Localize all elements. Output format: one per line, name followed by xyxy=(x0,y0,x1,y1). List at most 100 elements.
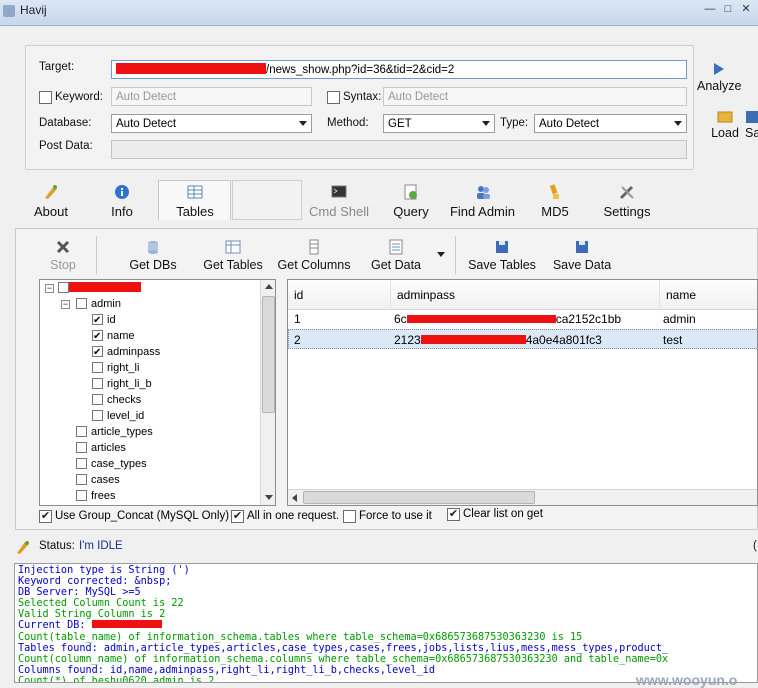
tree-scrollbar[interactable] xyxy=(260,280,275,505)
get-dbs-button[interactable]: Get DBs xyxy=(123,239,183,272)
all-in-one-label: All in one request. xyxy=(247,510,340,522)
tree-checkbox[interactable] xyxy=(76,474,87,485)
column-header-id[interactable]: id xyxy=(288,280,391,310)
scroll-up-icon[interactable] xyxy=(265,284,273,289)
tree-node-column[interactable]: right_li xyxy=(92,361,139,377)
method-label: Method: xyxy=(327,117,369,129)
tab-md5[interactable]: MD5 xyxy=(535,183,575,219)
query-icon xyxy=(402,183,420,201)
get-tables-button[interactable]: Get Tables xyxy=(199,239,267,272)
app-icon xyxy=(3,5,15,17)
status-value: I'm IDLE xyxy=(79,540,123,552)
redaction xyxy=(116,63,266,74)
stop-button[interactable]: Stop xyxy=(44,239,82,272)
group-concat-label: Use Group_Concat (MySQL Only) xyxy=(55,510,230,522)
tree-checkbox[interactable] xyxy=(76,458,87,469)
minimize-button[interactable]: — xyxy=(702,2,718,16)
tree-checkbox[interactable] xyxy=(76,426,87,437)
log-output[interactable]: Injection type is String (') Keyword corr… xyxy=(14,563,758,683)
cell-name: test xyxy=(663,333,683,347)
tree-node-table[interactable]: frees xyxy=(76,489,115,505)
find-admin-icon xyxy=(474,183,492,201)
tab-info[interactable]: Info xyxy=(102,183,142,219)
close-button[interactable]: ✕ xyxy=(738,2,754,16)
tab-find-admin[interactable]: Find Admin xyxy=(446,183,519,219)
scroll-left-icon[interactable] xyxy=(292,494,297,502)
save-button[interactable]: Sa xyxy=(745,110,758,140)
tree-node-table[interactable]: articles xyxy=(76,441,126,457)
redaction xyxy=(91,620,162,629)
tab-settings[interactable]: Settings xyxy=(598,183,656,219)
tree-node-column[interactable]: id xyxy=(92,313,116,329)
load-button[interactable]: Load xyxy=(708,110,742,140)
tree-checkbox[interactable] xyxy=(58,282,69,293)
status-label: Status: xyxy=(39,540,75,552)
floppy-icon xyxy=(746,111,758,123)
settings-icon xyxy=(618,183,636,201)
force-checkbox[interactable] xyxy=(343,510,356,523)
tree-node-column[interactable]: level_id xyxy=(92,409,144,425)
data-grid[interactable]: id adminpass name 1 6c ca2152c1bb admin 2… xyxy=(287,279,758,506)
analyze-button[interactable]: Analyze xyxy=(697,62,741,93)
status-icon xyxy=(15,539,31,555)
tree-checkbox[interactable] xyxy=(92,345,103,360)
column-header-adminpass[interactable]: adminpass xyxy=(391,280,660,310)
database-icon xyxy=(145,239,161,255)
collapse-icon[interactable]: − xyxy=(45,284,54,293)
tree-node-column[interactable]: name xyxy=(92,329,135,345)
keyword-label: Keyword: xyxy=(55,91,103,103)
scroll-thumb[interactable] xyxy=(262,296,275,413)
scroll-down-icon[interactable] xyxy=(265,495,273,500)
tree-node-column[interactable]: right_li_b xyxy=(92,377,152,393)
tree-checkbox[interactable] xyxy=(76,490,87,501)
tree-checkbox[interactable] xyxy=(92,410,103,421)
get-columns-button[interactable]: Get Columns xyxy=(274,239,354,272)
tab-cmd-shell[interactable]: Cmd Shell xyxy=(306,183,372,219)
tree-checkbox[interactable] xyxy=(76,442,87,453)
tree-checkbox[interactable] xyxy=(92,378,103,389)
tree-checkbox[interactable] xyxy=(92,329,103,344)
tree-node-table[interactable]: cases xyxy=(76,473,120,489)
tree-node-table[interactable]: article_types xyxy=(76,425,153,441)
get-data-button[interactable]: Get Data xyxy=(366,239,426,272)
grid-hscrollbar[interactable] xyxy=(288,489,757,505)
table-row[interactable]: 2 2123 4a0e4a801fc3 test xyxy=(288,329,757,349)
clear-list-checkbox[interactable] xyxy=(447,508,460,521)
collapse-icon[interactable]: − xyxy=(61,300,70,309)
post-data-input[interactable] xyxy=(111,140,687,159)
table-row[interactable]: 1 6c ca2152c1bb admin xyxy=(288,309,757,329)
tree-node-column[interactable]: checks xyxy=(92,393,141,409)
syntax-input[interactable]: Auto Detect xyxy=(383,87,687,106)
keyword-input[interactable]: Auto Detect xyxy=(111,87,312,106)
tree-node-column[interactable]: adminpass xyxy=(92,345,160,361)
syntax-checkbox[interactable] xyxy=(327,91,340,104)
tree-checkbox[interactable] xyxy=(92,362,103,373)
tree-node-table[interactable]: admin xyxy=(76,297,121,313)
tab-query[interactable]: Query xyxy=(389,183,433,219)
tree-checkbox[interactable] xyxy=(92,313,103,328)
tree-node-table[interactable]: case_types xyxy=(76,457,147,473)
maximize-button[interactable]: □ xyxy=(720,2,736,16)
all-in-one-checkbox[interactable] xyxy=(231,510,244,523)
scroll-thumb[interactable] xyxy=(303,491,535,504)
group-concat-checkbox[interactable] xyxy=(39,510,52,523)
tree-checkbox[interactable] xyxy=(76,298,87,309)
data-icon xyxy=(388,239,404,255)
save-data-button[interactable]: Save Data xyxy=(549,239,615,272)
play-icon xyxy=(714,63,724,75)
about-icon xyxy=(42,183,60,201)
keyword-checkbox[interactable] xyxy=(39,91,52,104)
tab-tables[interactable]: Tables xyxy=(162,183,228,219)
column-header-name[interactable]: name xyxy=(660,280,757,310)
type-select[interactable]: Auto Detect xyxy=(534,114,687,133)
tree-node-database[interactable] xyxy=(58,281,141,297)
target-input[interactable]: /news_show.php?id=36&tid=2&cid=2 xyxy=(111,60,687,79)
save-tables-button[interactable]: Save Tables xyxy=(463,239,541,272)
method-select[interactable]: GET xyxy=(383,114,495,133)
db-tree[interactable]: − − admin idnameadminpassright_liright_l… xyxy=(39,279,276,506)
chevron-down-icon[interactable] xyxy=(437,252,445,257)
log-line: Injection type is String (') xyxy=(18,565,190,576)
tab-about[interactable]: About xyxy=(27,183,75,219)
tree-checkbox[interactable] xyxy=(92,394,103,405)
database-select[interactable]: Auto Detect xyxy=(111,114,312,133)
